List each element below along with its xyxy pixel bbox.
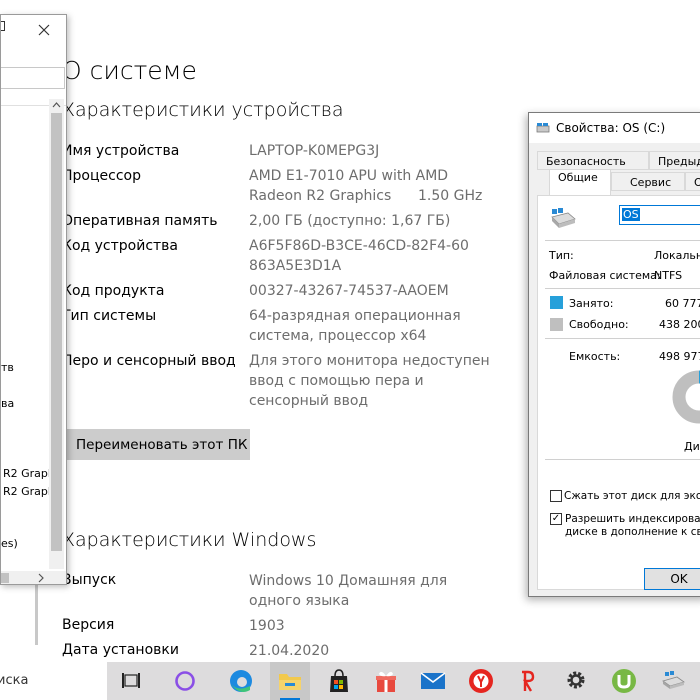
spec-value-system-type: 64-разрядная операционная система, проце…: [249, 308, 461, 344]
scroll-up-icon[interactable]: [52, 101, 61, 109]
horizontal-scroll-thumb[interactable]: [1, 573, 9, 583]
page-title: О системе: [62, 56, 197, 85]
dialog-title: Свойства: OS (C:): [556, 121, 666, 135]
background-window[interactable]: тв ва R2 Graph R2 Graph es): [0, 14, 67, 585]
filesystem-value: NTFS: [654, 269, 683, 282]
win-value-install-date: 21.04.2020: [249, 643, 330, 659]
type-label: Тип:: [549, 249, 574, 262]
maximize-icon[interactable]: [1, 21, 5, 31]
list-item: R2 Graph: [3, 485, 55, 498]
window-edge: [35, 585, 38, 645]
capacity-label: Емкость:: [569, 350, 621, 363]
taskbar-search-box[interactable]: иска: [0, 662, 107, 700]
vertical-scroll-thumb[interactable]: [51, 113, 62, 551]
disk-label: Диск: [684, 440, 700, 453]
horizontal-scrollbar[interactable]: [1, 571, 66, 584]
search-placeholder: иска: [0, 673, 29, 688]
drive-large-icon: [551, 208, 576, 228]
device-section-heading: Характеристики устройства: [62, 99, 344, 121]
spec-value-processor: AMD E1-7010 APU with AMD Radeon R2 Graph…: [249, 168, 483, 204]
drive-taskbar-icon[interactable]: [660, 670, 686, 692]
yandex-icon[interactable]: [516, 670, 538, 692]
windows-section-heading: Характеристики Windows: [62, 529, 317, 551]
spec-value-product-id: 00327-43267-74537-AAOEM: [249, 283, 449, 299]
spec-value-device-id: A6F5F86D-B3CE-46CD-82F4-60863A5E3D1A: [249, 238, 469, 274]
win-label-version: Версия: [62, 617, 115, 633]
properties-dialog[interactable]: Свойства: OS (C:) Безопасность Предыдущи…: [528, 112, 700, 597]
index-label: Разрешить индексировать содержимое файло…: [565, 513, 700, 525]
used-value: 60 777: [665, 297, 700, 310]
spec-label-system-type: Тип системы: [62, 308, 157, 324]
separator: [545, 338, 700, 339]
compress-label: Сжать этот диск для экономии места: [564, 490, 700, 502]
spec-label-device-id: Код устройства: [62, 238, 179, 254]
scroll-right-icon[interactable]: [37, 573, 45, 583]
separator: [545, 459, 700, 460]
win-value-version: 1903: [249, 618, 285, 634]
mail-icon[interactable]: [420, 670, 446, 692]
tab-service[interactable]: Сервис: [611, 172, 685, 191]
drive-icon: [536, 123, 550, 133]
task-view-icon[interactable]: [120, 671, 142, 691]
win-label-install-date: Дата установки: [62, 642, 179, 658]
disk-usage-donut: [672, 370, 700, 424]
tab-security[interactable]: Безопасность: [537, 151, 649, 170]
ok-button[interactable]: OK: [644, 568, 700, 590]
free-label: Свободно:: [569, 318, 629, 331]
tab-previous-versions[interactable]: Предыдущие версии: [649, 151, 700, 170]
spec-value-ram: 2,00 ГБ (доступно: 1,67 ГБ): [249, 213, 451, 229]
close-icon[interactable]: [38, 24, 50, 36]
donut-free-segment: [672, 370, 700, 424]
utorrent-icon[interactable]: [611, 668, 637, 694]
list-item: es): [1, 537, 18, 550]
win-value-edition: Windows 10 Домашняя для одного языка: [249, 573, 448, 609]
list-item: тв: [1, 361, 14, 374]
edge-icon[interactable]: [228, 668, 254, 694]
list-item: ва: [1, 397, 15, 410]
index-label-line2: диске в дополнение к свойствам файла: [565, 526, 700, 538]
tab-hardware[interactable]: Оборудование: [685, 172, 700, 191]
address-input[interactable]: [1, 67, 65, 89]
tab-general[interactable]: Общие: [549, 169, 611, 195]
rename-pc-button[interactable]: Переименовать этот ПК: [62, 429, 250, 460]
list-item: R2 Graph: [3, 467, 55, 480]
settings-icon[interactable]: [564, 668, 588, 692]
used-label: Занято:: [569, 297, 614, 310]
spec-label-processor: Процессор: [62, 168, 141, 184]
spec-value-device-name: LAPTOP-K0MEPG3J: [249, 143, 380, 159]
separator: [545, 240, 700, 241]
type-value: Локальный диск: [654, 249, 700, 262]
separator: [545, 288, 700, 289]
drive-name-input[interactable]: OS: [619, 205, 700, 225]
window-titlebar[interactable]: [1, 15, 66, 45]
compress-checkbox[interactable]: [550, 490, 562, 502]
gift-icon[interactable]: [373, 668, 399, 694]
win-label-edition: Выпуск: [62, 572, 117, 588]
file-explorer-icon[interactable]: [277, 669, 303, 693]
drive-name-selection: OS: [622, 208, 640, 221]
free-value: 438 200: [659, 318, 700, 331]
spec-label-pen-touch: Перо и сенсорный ввод: [62, 353, 236, 369]
spec-label-device-name: Имя устройства: [62, 143, 180, 159]
store-icon[interactable]: [326, 668, 352, 694]
filesystem-label: Файловая система:: [549, 269, 661, 282]
cortana-icon[interactable]: [173, 669, 197, 693]
yandex-browser-icon[interactable]: [468, 668, 494, 694]
spec-label-product-id: Код продукта: [62, 283, 165, 299]
spec-label-ram: Оперативная память: [62, 213, 218, 229]
capacity-value: 498 977: [659, 350, 700, 363]
index-checkbox[interactable]: ✓: [550, 513, 562, 525]
used-space-swatch: [550, 296, 563, 309]
spec-value-pen-touch: Для этого монитора недоступен ввод с пом…: [249, 353, 490, 409]
free-space-swatch: [550, 318, 563, 331]
